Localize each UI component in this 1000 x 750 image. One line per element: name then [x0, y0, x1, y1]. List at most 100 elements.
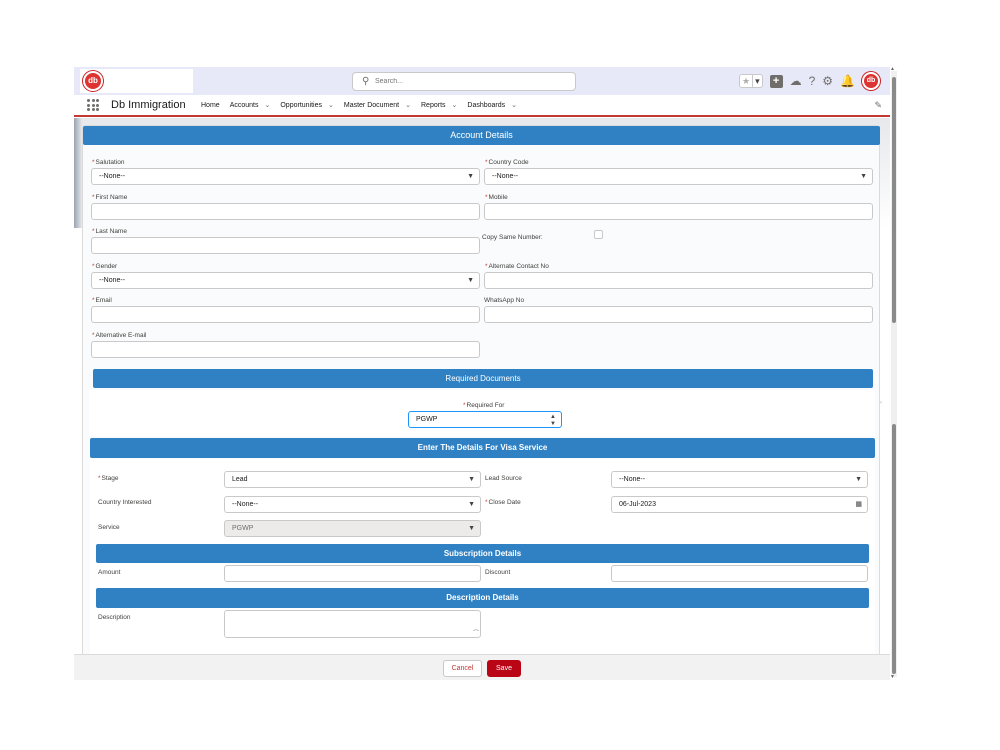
nav-item-opportunities[interactable]: Opportunities ⌄ — [280, 101, 334, 110]
nav-item-label: Reports — [421, 101, 446, 109]
first-name-label: *First Name — [92, 194, 128, 201]
nav-item-label: Home — [201, 101, 220, 109]
service-label: Service — [98, 524, 120, 531]
global-header: db ⚲ ★ ▾ + ☁ ? ⚙ 🔔 db — [74, 67, 890, 95]
description-details-header: Description Details — [96, 588, 869, 608]
discount-input[interactable] — [611, 565, 868, 582]
caret-down-icon: ▼ — [467, 173, 474, 180]
gender-select[interactable]: --None-- ▼ — [91, 272, 480, 289]
country-interested-label: Country Interested — [98, 499, 152, 506]
required-documents-header: Required Documents — [93, 369, 873, 388]
discount-label: Discount — [485, 569, 511, 576]
last-name-label: *Last Name — [92, 228, 127, 235]
alternate-contact-input[interactable] — [484, 272, 873, 289]
chevron-down-icon[interactable]: ▾ — [752, 75, 762, 87]
alt-email-label: *Alternative E-mail — [92, 332, 147, 339]
form-footer: Cancel Save — [74, 654, 890, 680]
company-logo[interactable]: db — [83, 71, 103, 91]
nav-item-dashboards[interactable]: Dashboards ⌄ — [467, 101, 517, 110]
amount-input[interactable] — [224, 565, 481, 582]
nav-item-master-document[interactable]: Master Document ⌄ — [343, 101, 411, 110]
notification-bell-icon[interactable]: 🔔 — [840, 74, 855, 88]
scrollbar-thumb-lower[interactable] — [892, 424, 896, 674]
nav-item-label: Accounts — [229, 101, 259, 109]
background-image-edge — [74, 118, 82, 228]
search-input[interactable] — [375, 75, 570, 88]
country-code-label: *Country Code — [485, 159, 529, 166]
save-button[interactable]: Save — [487, 660, 521, 677]
country-code-select[interactable]: --None-- ▼ — [484, 168, 873, 185]
salutation-label: *Salutation — [92, 159, 125, 166]
description-label: Description — [98, 614, 131, 621]
country-interested-select[interactable]: --None-- ▼ — [224, 496, 481, 513]
help-icon[interactable]: ? — [809, 74, 816, 88]
caret-down-icon: ▼ — [468, 525, 475, 532]
chevron-down-icon[interactable]: ⌄ — [328, 101, 334, 109]
description-textarea[interactable] — [224, 610, 481, 638]
close-date-label: *Close Date — [485, 499, 521, 506]
nav-item-home[interactable]: Home — [201, 101, 220, 109]
up-down-icon: ▲ ▼ — [550, 414, 556, 427]
favorites-control[interactable]: ★ ▾ — [738, 74, 763, 88]
nav-item-label: Dashboards — [467, 101, 506, 109]
service-select: PGWP ▼ — [224, 520, 481, 537]
setup-gear-icon[interactable]: ⚙ — [822, 74, 833, 88]
email-label: *Email — [92, 297, 112, 304]
caret-down-icon: ▼ — [860, 173, 867, 180]
avatar[interactable]: db — [862, 72, 880, 90]
first-name-input[interactable] — [91, 203, 480, 220]
lead-source-label: Lead Source — [485, 475, 522, 482]
copy-same-number-label: Copy Same Number: — [482, 234, 543, 241]
app-nav-bar: Db Immigration Home Accounts ⌄ Opportunit… — [74, 95, 890, 117]
stage-select[interactable]: Lead ▼ — [224, 471, 481, 488]
salutation-select[interactable]: --None-- ▼ — [91, 168, 480, 185]
mobile-label: *Mobile — [485, 194, 508, 201]
nav-items: Home Accounts ⌄ Opportunities ⌄ Master Doc… — [201, 101, 527, 110]
mobile-input[interactable] — [484, 203, 873, 220]
panel-collapse-icon[interactable]: ‹ — [880, 400, 882, 406]
caret-down-icon: ▼ — [468, 501, 475, 508]
last-name-input[interactable] — [91, 237, 480, 254]
calendar-icon[interactable]: ▦ — [855, 497, 862, 512]
chevron-down-icon[interactable]: ⌄ — [264, 101, 270, 109]
scroll-down-arrow-icon[interactable]: ▼ — [890, 674, 895, 680]
chevron-down-icon[interactable]: ⌄ — [511, 101, 517, 109]
app-launcher-icon[interactable] — [87, 99, 99, 111]
app-name: Db Immigration — [111, 99, 186, 111]
nav-item-reports[interactable]: Reports ⌄ — [421, 101, 458, 110]
caret-down-icon: ▼ — [855, 476, 862, 483]
whatsapp-label: WhatsApp No — [484, 297, 525, 304]
amount-label: Amount — [98, 569, 121, 576]
whatsapp-input[interactable] — [484, 306, 873, 323]
account-details-header: Account Details — [83, 126, 880, 145]
global-search[interactable]: ⚲ — [352, 72, 576, 91]
nav-item-accounts[interactable]: Accounts ⌄ — [229, 101, 271, 110]
copy-same-number-checkbox[interactable] — [594, 230, 603, 239]
nav-item-label: Master Document — [343, 101, 400, 109]
search-icon: ⚲ — [362, 76, 370, 87]
lead-source-select[interactable]: --None-- ▼ — [611, 471, 868, 488]
close-date-input[interactable]: 06-Jul-2023 ▦ — [611, 496, 868, 513]
caret-down-icon: ▼ — [467, 277, 474, 284]
scrollbar-thumb[interactable] — [892, 77, 896, 323]
alt-email-input[interactable] — [91, 341, 480, 358]
stage-label: *Stage — [98, 475, 119, 482]
caret-down-icon: ▼ — [468, 476, 475, 483]
cancel-button[interactable]: Cancel — [443, 660, 482, 677]
subscription-details-header: Subscription Details — [96, 544, 869, 563]
nav-item-label: Opportunities — [280, 101, 322, 109]
chevron-down-icon[interactable]: ⌄ — [405, 101, 411, 109]
account-form: Account Details *Salutation --None-- ▼ *C… — [82, 125, 880, 665]
trailhead-icon[interactable]: ☁ — [790, 74, 802, 88]
edit-nav-pencil-icon[interactable]: ✎ — [874, 100, 882, 111]
app-window: db ⚲ ★ ▾ + ☁ ? ⚙ 🔔 db Db Immigration Hom… — [74, 67, 890, 680]
add-icon[interactable]: + — [769, 74, 783, 88]
star-icon[interactable]: ★ — [740, 75, 752, 87]
email-input[interactable] — [91, 306, 480, 323]
visa-service-header: Enter The Details For Visa Service — [90, 438, 875, 458]
resize-handle-icon[interactable]: ⌒ — [473, 628, 479, 637]
global-actions: ★ ▾ + ☁ ? ⚙ 🔔 db — [738, 71, 880, 91]
scroll-up-arrow-icon[interactable]: ▲ — [890, 66, 895, 72]
chevron-down-icon[interactable]: ⌄ — [452, 101, 458, 109]
required-for-select[interactable]: PGWP ▲ ▼ — [408, 411, 562, 428]
